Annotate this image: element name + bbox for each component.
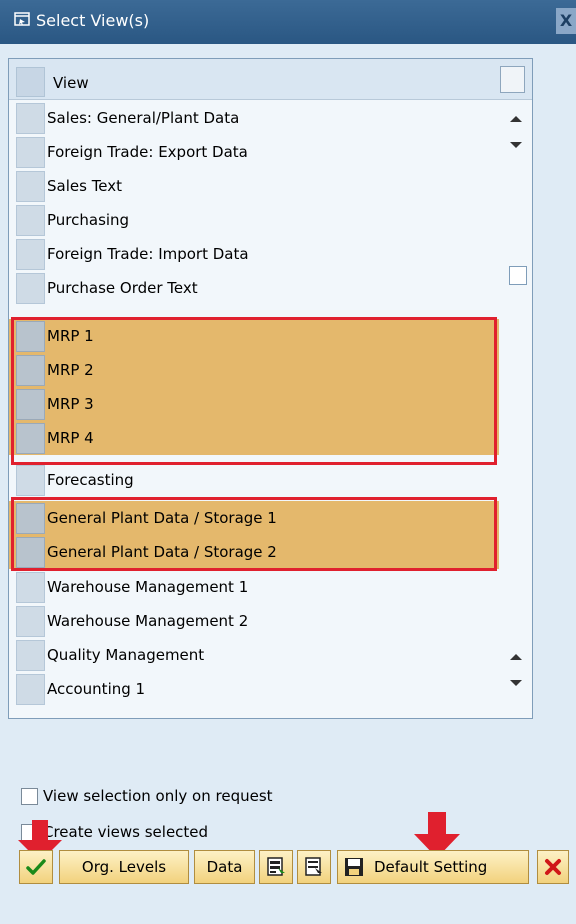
row-selector[interactable] [16,239,45,270]
row-selector[interactable] [16,103,45,134]
row-selector[interactable] [16,273,45,304]
row-label: Foreign Trade: Export Data [47,143,248,161]
row-selector[interactable] [16,137,45,168]
table-row[interactable]: Sales: General/Plant Data [9,101,499,135]
views-table: View Sales: General/Plant Data Foreign T… [8,58,533,719]
row-label: Accounting 1 [47,680,146,698]
create-views-label: Create views selected [43,823,209,841]
table-header: View [9,59,532,100]
org-levels-button[interactable]: Org. Levels [59,850,189,884]
row-label: Sales: General/Plant Data [47,109,240,127]
chevron-up-icon [510,654,522,660]
table-row[interactable]: Warehouse Management 2 [9,604,499,638]
scroll-down-button[interactable] [504,135,528,155]
checkmark-icon [26,859,46,875]
column-header-view: View [53,74,89,92]
data-button[interactable]: Data [194,850,255,884]
row-selector[interactable] [16,640,45,671]
window-title: Select View(s) [36,11,150,30]
chevron-down-icon [510,142,522,148]
row-label: Purchasing [47,211,130,229]
table-row[interactable]: Foreign Trade: Export Data [9,135,499,169]
row-selector[interactable] [16,465,45,496]
table-row[interactable]: Accounting 1 [9,672,499,706]
row-label: Forecasting [47,471,134,489]
continue-button[interactable] [19,850,53,884]
row-selector[interactable] [16,205,45,236]
deselect-all-icon [305,857,322,876]
scroll-page-down-button[interactable] [504,673,528,693]
select-all-icon [267,857,285,876]
select-all-column-button[interactable] [16,67,45,97]
close-button[interactable]: X [556,8,576,34]
row-selector[interactable] [16,572,45,603]
default-setting-label: Default Setting [374,858,488,876]
scrollbar-thumb[interactable] [509,266,527,285]
annotation-box-storage [11,497,497,571]
row-label: Purchase Order Text [47,279,198,297]
default-setting-button[interactable]: Default Setting [337,850,529,884]
table-row[interactable]: Purchase Order Text [9,271,499,305]
chevron-up-icon [510,116,522,122]
view-selection-checkbox[interactable] [21,788,38,805]
save-icon [345,858,363,876]
row-selector[interactable] [16,171,45,202]
table-row[interactable]: Foreign Trade: Import Data [9,237,499,271]
row-label: Foreign Trade: Import Data [47,245,249,263]
row-label: Warehouse Management 1 [47,578,249,596]
row-label: Quality Management [47,646,205,664]
table-row[interactable]: Purchasing [9,203,499,237]
scroll-up-button[interactable] [504,109,528,129]
annotation-box-mrp [11,317,497,465]
row-label: Sales Text [47,177,123,195]
select-all-button[interactable] [259,850,293,884]
row-label: Warehouse Management 2 [47,612,249,630]
table-row[interactable]: Forecasting [9,463,499,497]
view-selection-label: View selection only on request [43,787,273,805]
chevron-down-icon [510,680,522,686]
table-settings-button[interactable] [500,66,525,93]
window-icon [14,12,30,26]
table-row[interactable]: Quality Management [9,638,499,672]
row-selector[interactable] [16,674,45,705]
title-bar: Select View(s) X [0,0,576,44]
cancel-icon [545,859,561,875]
cancel-button[interactable] [537,850,569,884]
scroll-page-up-button[interactable] [504,647,528,667]
table-row[interactable]: Warehouse Management 1 [9,570,499,604]
row-selector[interactable] [16,606,45,637]
table-row[interactable]: Sales Text [9,169,499,203]
deselect-all-button[interactable] [297,850,331,884]
